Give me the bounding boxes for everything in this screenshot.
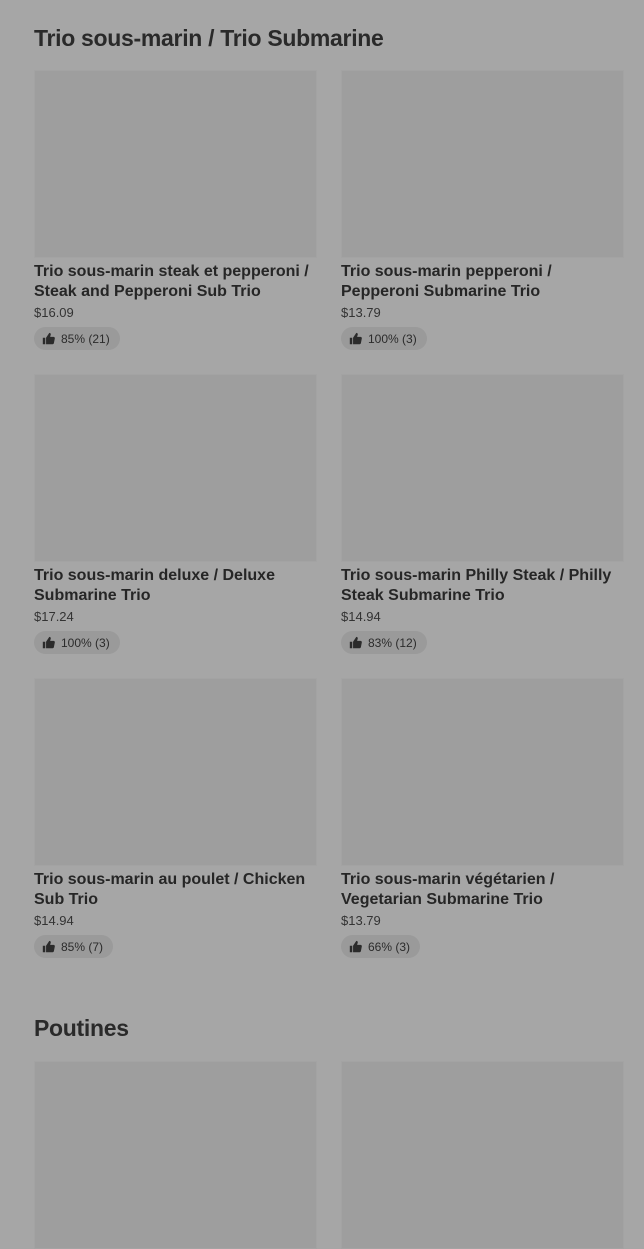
item-name: Trio sous-marin deluxe / Deluxe Submarin… [34, 567, 275, 604]
rating-text: 100% (3) [61, 635, 110, 650]
menu-item-card[interactable]: Trio sous-marin au poulet / Chicken Sub … [34, 678, 317, 958]
item-image [34, 1061, 317, 1249]
menu-section-poutines: Poutines [34, 1014, 624, 1249]
item-image [341, 678, 624, 866]
rating-text: 85% (21) [61, 331, 110, 346]
item-name: Trio sous-marin Philly Steak / Philly St… [341, 567, 612, 604]
section-title: Poutines [34, 1015, 129, 1041]
thumbs-up-icon [42, 636, 55, 649]
item-price: $13.79 [341, 913, 381, 928]
rating-badge: 83% (12) [341, 631, 427, 654]
rating-text: 85% (7) [61, 939, 104, 954]
item-name: Trio sous-marin au poulet / Chicken Sub … [34, 871, 306, 908]
item-image [34, 678, 317, 866]
item-name: Trio sous-marin végétarien / Vegetarian … [341, 871, 555, 908]
menu-item-card[interactable]: Trio sous-marin végétarien / Vegetarian … [341, 678, 624, 958]
rating-badge: 66% (3) [341, 935, 421, 958]
item-name: Trio sous-marin steak et pepperoni / Ste… [34, 263, 309, 300]
item-grid [34, 1061, 624, 1249]
item-price: $13.79 [341, 305, 381, 320]
item-price: $16.09 [34, 305, 74, 320]
rating-text: 83% (12) [368, 635, 417, 650]
rating-badge: 100% (3) [341, 327, 427, 350]
menu-section-trio-submarine: Trio sous-marin / Trio Submarine Trio so… [34, 24, 624, 958]
thumbs-up-icon [349, 940, 362, 953]
rating-badge: 100% (3) [34, 631, 120, 654]
thumbs-up-icon [349, 332, 362, 345]
item-image [34, 70, 317, 258]
item-grid: Trio sous-marin steak et pepperoni / Ste… [34, 70, 624, 958]
rating-text: 100% (3) [368, 331, 417, 346]
item-price: $14.94 [34, 913, 74, 928]
rating-badge: 85% (7) [34, 935, 114, 958]
item-image [341, 70, 624, 258]
item-image [341, 374, 624, 562]
rating-text: 66% (3) [368, 939, 411, 954]
thumbs-up-icon [42, 940, 55, 953]
menu-item-card[interactable]: Trio sous-marin Philly Steak / Philly St… [341, 374, 624, 654]
rating-badge: 85% (21) [34, 327, 120, 350]
thumbs-up-icon [42, 332, 55, 345]
menu-item-card[interactable] [341, 1061, 624, 1249]
thumbs-up-icon [349, 636, 362, 649]
item-image [341, 1061, 624, 1249]
menu-item-card[interactable]: Trio sous-marin pepperoni / Pepperoni Su… [341, 70, 624, 350]
menu-item-card[interactable]: Trio sous-marin deluxe / Deluxe Submarin… [34, 374, 317, 654]
item-price: $14.94 [341, 609, 381, 624]
menu-item-card[interactable] [34, 1061, 317, 1249]
item-image [34, 374, 317, 562]
section-title: Trio sous-marin / Trio Submarine [34, 25, 384, 51]
item-price: $17.24 [34, 609, 74, 624]
item-name: Trio sous-marin pepperoni / Pepperoni Su… [341, 263, 552, 300]
menu-item-card[interactable]: Trio sous-marin steak et pepperoni / Ste… [34, 70, 317, 350]
